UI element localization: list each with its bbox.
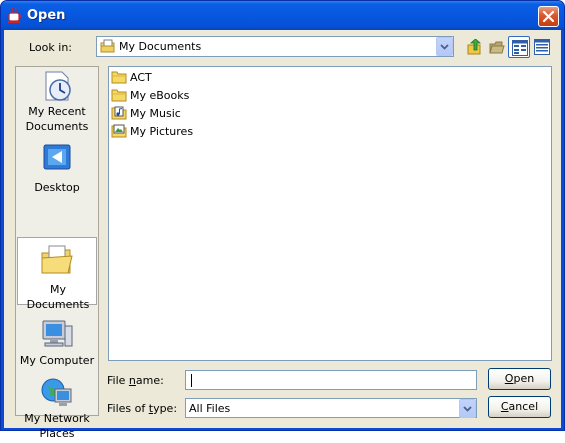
- files-of-type-value: All Files: [189, 402, 231, 415]
- files-of-type-label-text: Files of: [107, 402, 149, 415]
- dialog-body: Look in: My Documents My Recent Document…: [4, 30, 561, 440]
- recent-documents-icon: [45, 71, 71, 101]
- file-name-label: File name:: [107, 374, 164, 387]
- places-bar: My Recent Documents Desktop My Documents: [15, 66, 99, 440]
- my-documents-small-icon: [100, 39, 115, 53]
- files-of-type-dropdown-button[interactable]: [459, 399, 476, 418]
- create-new-folder-button[interactable]: [486, 36, 508, 58]
- file-list[interactable]: ACT My eBooks My Music My Pictures: [108, 66, 552, 361]
- place-my-documents[interactable]: My Documents: [17, 237, 97, 311]
- desktop-icon: [43, 144, 71, 170]
- file-name: My Pictures: [130, 125, 194, 138]
- list-view-icon: [512, 40, 528, 56]
- place-label: My Documents: [26, 283, 90, 311]
- file-name-label-text: File: [107, 374, 129, 387]
- files-of-type-label: Files of type:: [107, 402, 177, 415]
- place-label: My Computer: [19, 354, 95, 367]
- look-in-label-text: Look in:: [29, 41, 72, 54]
- java-cup-icon: [8, 7, 22, 23]
- text-caret: [191, 374, 192, 387]
- place-label: Desktop: [34, 181, 80, 194]
- details-view-button[interactable]: [531, 36, 553, 58]
- place-my-computer[interactable]: My Computer: [17, 315, 97, 383]
- my-computer-icon: [42, 320, 73, 347]
- chevron-down-icon: [440, 44, 449, 50]
- up-one-level-button[interactable]: [464, 36, 486, 58]
- cancel-button-accel: C: [500, 400, 509, 413]
- place-label: My Network Places: [24, 412, 90, 440]
- place-my-recent-documents[interactable]: My Recent Documents: [17, 67, 97, 135]
- close-icon: [542, 10, 555, 23]
- open-button[interactable]: Open: [488, 368, 551, 390]
- files-of-type-combobox[interactable]: All Files: [185, 398, 477, 418]
- title-bar[interactable]: Open: [1, 1, 564, 30]
- place-desktop[interactable]: Desktop: [17, 137, 97, 205]
- music-folder-icon: [111, 106, 127, 120]
- chevron-down-icon: [463, 406, 472, 412]
- new-folder-icon: [489, 41, 505, 54]
- close-button[interactable]: [538, 6, 559, 27]
- file-name: ACT: [130, 71, 152, 84]
- open-button-label: pen: [513, 372, 535, 385]
- file-name-label-text-rest: ame:: [135, 374, 164, 387]
- folder-icon: [111, 71, 127, 84]
- folder-icon: [111, 89, 127, 102]
- my-documents-icon: [41, 245, 73, 274]
- up-folder-icon: [467, 39, 482, 55]
- cancel-button[interactable]: Cancel: [488, 396, 551, 418]
- pictures-folder-icon: [111, 124, 127, 138]
- network-places-icon: [41, 378, 72, 406]
- window-title: Open: [27, 8, 66, 23]
- details-view-icon: [534, 39, 550, 55]
- file-name-label-accel: n: [128, 374, 136, 387]
- place-label: My Recent Documents: [25, 105, 89, 133]
- cancel-button-label: ancel: [508, 400, 539, 413]
- list-view-button[interactable]: [508, 36, 530, 58]
- file-name: My Music: [130, 107, 181, 120]
- look-in-value: My Documents: [119, 40, 202, 53]
- look-in-dropdown-button[interactable]: [436, 37, 453, 56]
- file-name-input[interactable]: [185, 370, 477, 390]
- look-in-combobox[interactable]: My Documents: [96, 36, 454, 57]
- place-my-network-places[interactable]: My Network Places: [17, 375, 97, 443]
- look-in-label: Look in:: [29, 41, 72, 54]
- open-dialog-window: Open Look in: My Documents My Recent Doc…: [0, 0, 565, 440]
- files-of-type-label-text-rest: ype:: [153, 402, 178, 415]
- file-name: My eBooks: [130, 89, 190, 102]
